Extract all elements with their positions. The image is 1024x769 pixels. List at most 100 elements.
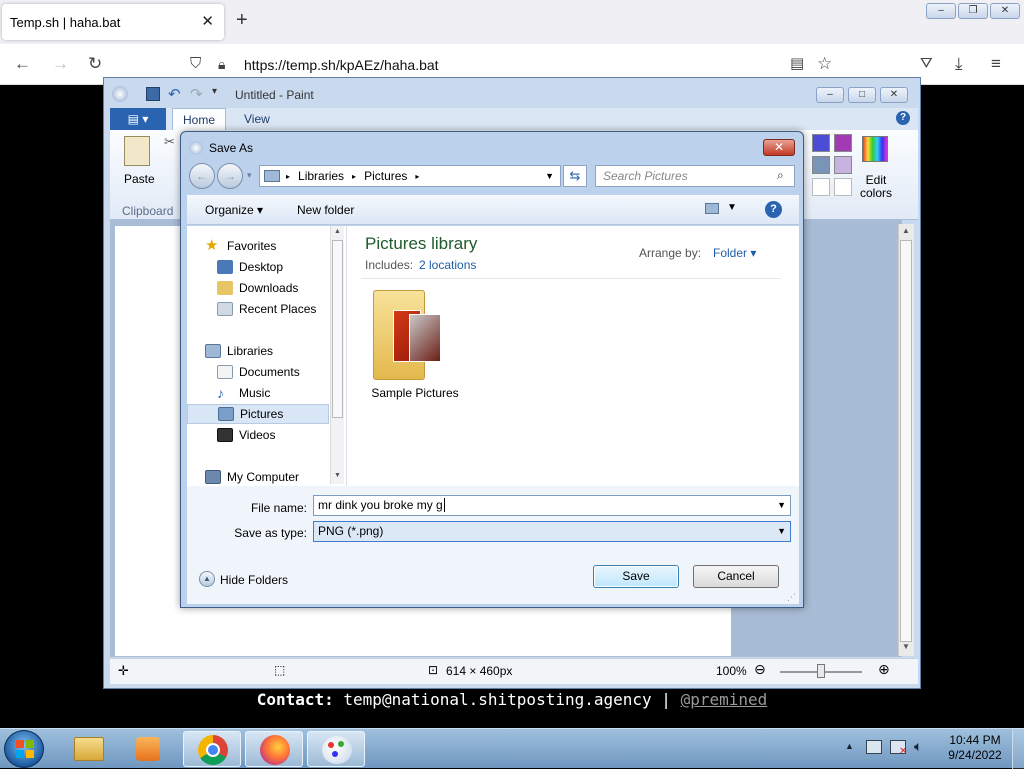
minimize-icon[interactable]: – <box>926 3 956 19</box>
zoom-in-icon[interactable]: ⊕ <box>878 661 890 678</box>
save-icon[interactable] <box>146 87 160 101</box>
help-icon[interactable]: ? <box>765 201 782 218</box>
help-icon[interactable]: ? <box>896 111 910 125</box>
hide-folders-icon[interactable]: ▲ <box>199 571 215 587</box>
downloads-icon[interactable]: ⤓ <box>955 54 963 74</box>
view-dropdown-icon[interactable]: ▼ <box>727 202 737 213</box>
nav-my-computer[interactable]: My Computer <box>205 467 347 487</box>
reload-icon[interactable]: ↻ <box>88 54 102 74</box>
redo-icon[interactable]: ↷ <box>190 85 203 103</box>
back-icon[interactable]: ← <box>189 163 215 189</box>
folder-item[interactable]: Sample Pictures <box>357 288 473 400</box>
back-icon[interactable]: ← <box>14 54 31 74</box>
restore-icon[interactable]: ❐ <box>958 3 988 19</box>
volume-icon[interactable]: 🔈︎ <box>914 738 922 755</box>
refresh-icon[interactable]: ⇆ <box>563 165 587 187</box>
save-as-type-select[interactable]: PNG (*.png) ▼ <box>313 521 791 542</box>
paint-minimize-icon[interactable]: – <box>816 87 844 103</box>
pocket-icon[interactable]: ⛛ <box>920 54 933 74</box>
paste-icon[interactable] <box>124 136 150 166</box>
scroll-down-icon[interactable]: ▼ <box>899 642 913 651</box>
forward-icon[interactable]: → <box>52 54 69 74</box>
scroll-down-icon[interactable]: ▼ <box>331 472 344 479</box>
new-folder-button[interactable]: New folder <box>297 203 354 217</box>
zoom-slider-thumb[interactable] <box>817 664 825 678</box>
taskbar-media-player[interactable] <box>120 731 178 767</box>
edit-colors-label[interactable]: Edit colors <box>856 174 896 200</box>
color-swatch[interactable] <box>812 156 830 174</box>
taskbar-chrome[interactable] <box>183 731 241 767</box>
file-name-dropdown-icon[interactable]: ▼ <box>777 496 786 515</box>
browser-tab[interactable]: Temp.sh | haha.bat ✕ <box>2 4 224 40</box>
breadcrumb-arrow-icon[interactable]: ▸ <box>286 172 290 181</box>
breadcrumb-libraries[interactable]: Libraries <box>298 169 344 183</box>
zoom-out-icon[interactable]: ⊖ <box>754 661 766 678</box>
show-desktop-button[interactable] <box>1012 729 1024 769</box>
recent-locations-icon[interactable]: ▾ <box>247 170 252 181</box>
action-center-icon[interactable] <box>866 740 882 754</box>
color-swatch[interactable] <box>834 178 852 196</box>
file-name-input[interactable]: mr dink you broke my g ▼ <box>313 495 791 516</box>
paint-close-icon[interactable]: ✕ <box>880 87 908 103</box>
quick-access-dropdown-icon[interactable]: ▾ <box>212 86 217 97</box>
paint-menu-button[interactable]: ▤ ▾ <box>110 108 166 130</box>
paste-label[interactable]: Paste <box>124 172 155 186</box>
system-clock[interactable]: 10:44 PM 9/24/2022 <box>940 733 1010 763</box>
forward-icon[interactable]: → <box>217 163 243 189</box>
breadcrumb-arrow-icon[interactable]: ▸ <box>352 172 356 181</box>
cut-icon[interactable]: ✂ <box>164 134 175 150</box>
shield-icon[interactable]: ⛉ <box>190 54 201 74</box>
includes-link[interactable]: 2 locations <box>419 258 476 272</box>
color-swatch[interactable] <box>834 156 852 174</box>
breadcrumb-arrow-icon[interactable]: ▸ <box>415 172 419 181</box>
taskbar-paint[interactable] <box>307 731 365 767</box>
dialog-close-icon[interactable]: ✕ <box>763 139 795 156</box>
show-hidden-icons-icon[interactable]: ▲ <box>845 741 854 751</box>
undo-icon[interactable]: ↶ <box>168 85 181 103</box>
cancel-button[interactable]: Cancel <box>693 565 779 588</box>
address-dropdown-icon[interactable]: ▼ <box>545 171 554 181</box>
breadcrumb-pictures[interactable]: Pictures <box>364 169 407 183</box>
close-tab-icon[interactable]: ✕ <box>201 12 214 30</box>
bookmark-star-icon[interactable]: ☆ <box>817 54 832 74</box>
scroll-thumb[interactable] <box>900 240 912 642</box>
lock-icon[interactable]: 🔒︎ <box>218 54 225 74</box>
save-button[interactable]: Save <box>593 565 679 588</box>
menu-icon[interactable]: ≡ <box>991 54 1001 74</box>
close-window-icon[interactable]: ✕ <box>990 3 1020 19</box>
scroll-up-icon[interactable]: ▲ <box>899 226 913 235</box>
new-tab-icon[interactable]: + <box>236 10 248 30</box>
color-swatch[interactable] <box>812 178 830 196</box>
nav-scrollbar[interactable]: ▲ ▼ <box>330 226 344 484</box>
nav-favorites[interactable]: ★ Favorites <box>205 236 347 256</box>
hide-folders-button[interactable]: Hide Folders <box>220 573 288 587</box>
arrange-by-value: Folder <box>713 246 748 260</box>
tab-home[interactable]: Home <box>172 108 227 130</box>
address-bar[interactable]: ▸ Libraries ▸ Pictures ▸ ▼ <box>259 165 561 187</box>
search-icon[interactable]: ⌕ <box>777 168 784 183</box>
scroll-up-icon[interactable]: ▲ <box>331 228 344 235</box>
contact-email[interactable]: temp@national.shitposting.agency <box>343 690 651 709</box>
color-swatch[interactable] <box>834 134 852 152</box>
url-bar[interactable]: https://temp.sh/kpAEz/haha.bat <box>244 57 439 73</box>
taskbar-firefox[interactable] <box>245 731 303 767</box>
resize-grip-icon[interactable]: ⋰ <box>787 592 796 603</box>
arrange-by-dropdown[interactable]: Folder ▾ <box>713 246 756 260</box>
start-button[interactable] <box>4 730 44 768</box>
reader-view-icon[interactable]: ▤ <box>790 54 804 74</box>
tab-view[interactable]: View <box>234 108 280 130</box>
paint-maximize-icon[interactable]: □ <box>848 87 876 103</box>
nav-pictures[interactable]: Pictures <box>187 404 329 424</box>
view-options-icon[interactable] <box>705 203 719 214</box>
color-swatch[interactable] <box>812 134 830 152</box>
search-input[interactable]: Search Pictures <box>595 165 795 187</box>
save-as-type-dropdown-icon[interactable]: ▼ <box>777 522 786 541</box>
scroll-thumb[interactable] <box>332 240 343 418</box>
taskbar-explorer[interactable] <box>60 731 118 767</box>
canvas-size-text: 614 × 460px <box>446 664 513 678</box>
contact-handle[interactable]: @premined <box>681 690 768 709</box>
canvas-vertical-scrollbar[interactable]: ▲ ▼ <box>898 224 914 656</box>
edit-colors-icon[interactable] <box>862 136 888 162</box>
nav-libraries[interactable]: Libraries <box>205 341 347 361</box>
organize-button[interactable]: Organize ▾ <box>205 203 263 217</box>
